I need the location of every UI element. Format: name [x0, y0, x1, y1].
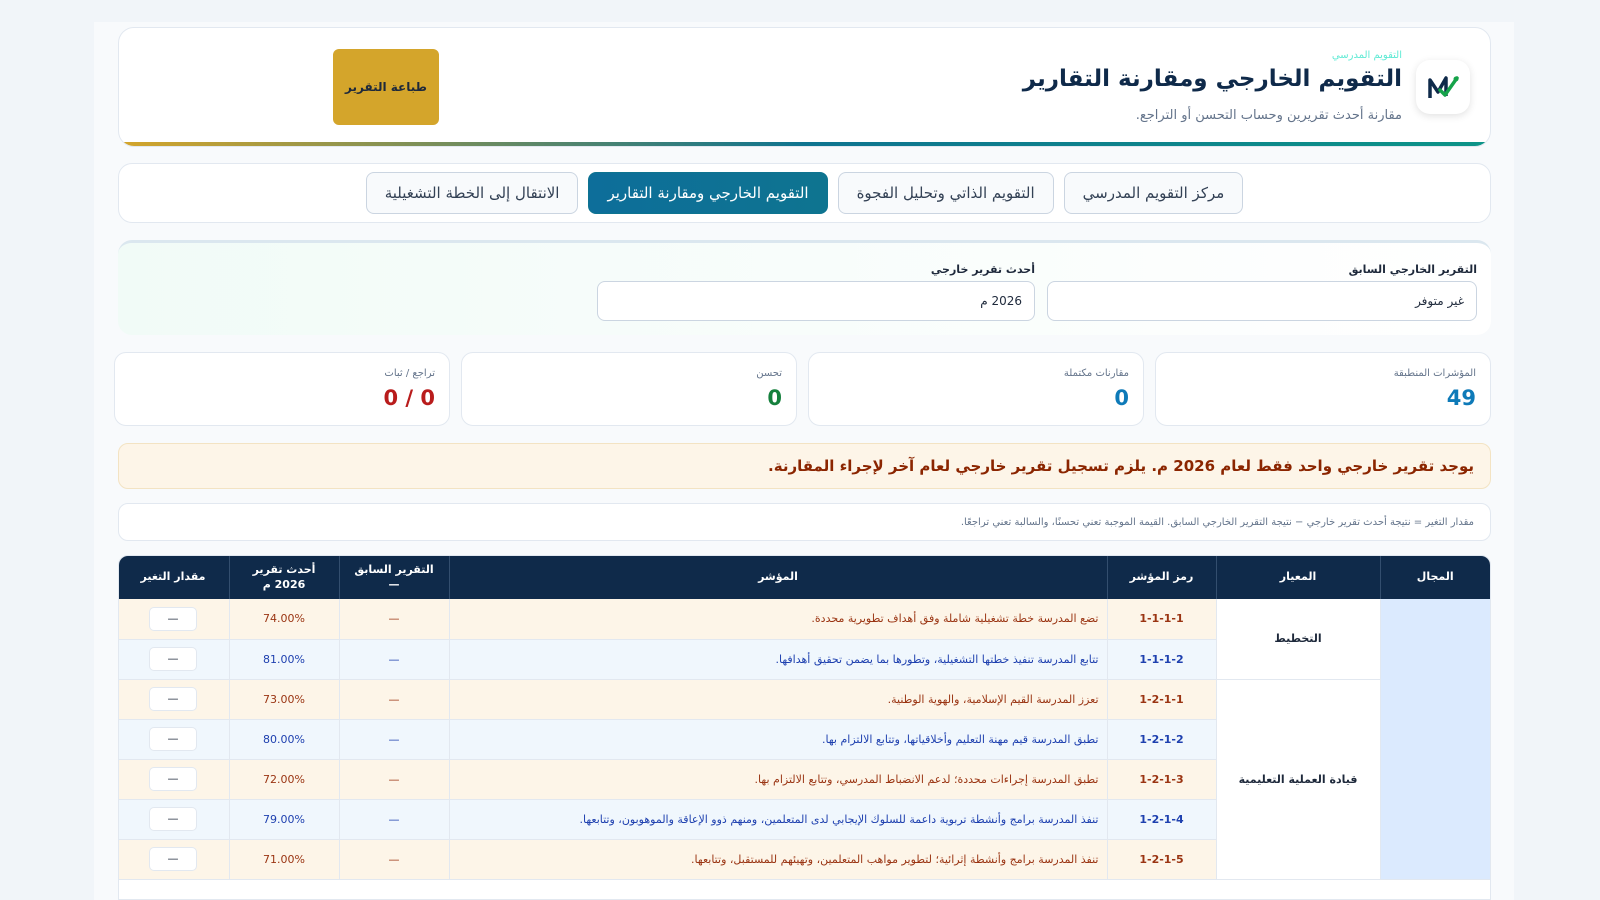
- tab-self-evaluation[interactable]: التقويم الذاتي وتحليل الفجوة: [837, 172, 1054, 214]
- table-row: التخطيط 1-1-1-1 تضع المدرسة خطة تشغيلية …: [119, 599, 1490, 880]
- stat-decline-stable: تراجع / ثبات 0 / 0: [114, 352, 450, 426]
- col-header-latest-title: أحدث تقرير: [252, 562, 316, 576]
- stat-value: 49: [1446, 386, 1476, 410]
- change-cell: —: [119, 799, 229, 840]
- domain-cell: [1379, 599, 1490, 880]
- tab-school-evaluation-center[interactable]: مركز التقويم المدرسي: [1063, 172, 1244, 214]
- page-title: التقويم الخارجي ومقارنة التقارير: [1022, 66, 1402, 92]
- col-header-code: رمز المؤشر: [1106, 556, 1216, 599]
- indicator-code: 1-2-1-2: [1106, 719, 1216, 760]
- indicator-code: 1-2-1-5: [1106, 839, 1216, 880]
- stat-completed-comparisons: مقارنات مكتملة 0: [808, 352, 1144, 426]
- standard-cell: التخطيط: [1215, 599, 1380, 680]
- tab-bar: مركز التقويم المدرسي التقويم الذاتي وتحل…: [118, 163, 1491, 223]
- indicator-code: 1-1-1-1: [1106, 599, 1216, 640]
- col-header-indicator: المؤشر: [448, 556, 1107, 599]
- change-value: —: [149, 807, 197, 831]
- header-accent-bar: [119, 142, 1490, 146]
- previous-report-label: التقرير الخارجي السابق: [1348, 263, 1477, 276]
- stat-value: 0 / 0: [383, 386, 435, 410]
- indicator-code: 1-2-1-1: [1106, 679, 1216, 720]
- latest-score: 74.00%: [228, 599, 339, 640]
- col-header-standard: المعيار: [1215, 556, 1380, 599]
- previous-score: —: [338, 719, 449, 760]
- previous-score: —: [338, 599, 449, 640]
- print-report-button[interactable]: طباعة التقرير: [333, 49, 439, 125]
- stat-label: المؤشرات المنطبقة: [1393, 368, 1476, 379]
- change-cell: —: [119, 639, 229, 680]
- indicator-text: تطبق المدرسة إجراءات محددة؛ لدعم الانضبا…: [448, 759, 1107, 800]
- col-header-latest: أحدث تقرير 2026 م: [228, 556, 339, 599]
- tab-external-evaluation[interactable]: التقويم الخارجي ومقارنة التقارير: [588, 172, 828, 214]
- stat-applicable-indicators: المؤشرات المنطبقة 49: [1155, 352, 1491, 426]
- indicator-text: تتابع المدرسة تنفيذ خطتها التشغيلية، وتط…: [448, 639, 1107, 680]
- change-cell: —: [119, 679, 229, 720]
- indicator-text: تضع المدرسة خطة تشغيلية شاملة وفق أهداف …: [448, 599, 1107, 640]
- previous-score: —: [338, 679, 449, 720]
- page-header: التقويم المدرسي التقويم الخارجي ومقارنة …: [118, 27, 1491, 147]
- comparison-table: المجال المعيار رمز المؤشر المؤشر التقرير…: [118, 555, 1491, 900]
- change-cell: —: [119, 719, 229, 760]
- standard-cell: قيادة العملية التعليمية: [1215, 679, 1380, 880]
- change-value: —: [149, 647, 197, 671]
- report-selectors: التقرير الخارجي السابق غير متوفر أحدث تق…: [118, 240, 1491, 335]
- latest-score: 71.00%: [228, 839, 339, 880]
- single-report-alert: يوجد تقرير خارجي واحد فقط لعام 2026 م. ي…: [118, 443, 1491, 489]
- change-cell: —: [119, 759, 229, 800]
- latest-score: 72.00%: [228, 759, 339, 800]
- previous-score: —: [338, 839, 449, 880]
- col-header-previous: التقرير السابق —: [338, 556, 449, 599]
- section-label: التقويم المدرسي: [1331, 50, 1402, 61]
- indicator-code: 1-2-1-3: [1106, 759, 1216, 800]
- previous-report-select[interactable]: غير متوفر: [1047, 281, 1477, 321]
- col-header-previous-title: التقرير السابق: [354, 562, 434, 576]
- previous-score: —: [338, 639, 449, 680]
- stat-improvement: تحسن 0: [461, 352, 797, 426]
- change-value: —: [149, 767, 197, 791]
- col-header-domain: المجال: [1379, 556, 1490, 599]
- stat-value: 0: [767, 386, 782, 410]
- change-formula-note: مقدار التغير = نتيجة أحدث تقرير خارجي − …: [118, 503, 1491, 541]
- change-value: —: [149, 847, 197, 871]
- indicator-code: 1-2-1-4: [1106, 799, 1216, 840]
- change-cell: —: [119, 839, 229, 880]
- col-header-previous-year: —: [388, 577, 400, 591]
- indicator-text: تنفذ المدرسة برامج وأنشطة إثرائية؛ لتطوي…: [448, 839, 1107, 880]
- col-header-latest-year: 2026 م: [262, 577, 306, 591]
- col-header-change: مقدار التغير: [119, 556, 229, 599]
- tab-operational-plan[interactable]: الانتقال إلى الخطة التشغيلية: [365, 172, 579, 214]
- previous-score: —: [338, 759, 449, 800]
- change-value: —: [149, 687, 197, 711]
- latest-score: 79.00%: [228, 799, 339, 840]
- stat-label: تحسن: [756, 368, 782, 379]
- indicator-text: تطبق المدرسة قيم مهنة التعليم وأخلاقياته…: [448, 719, 1107, 760]
- table-row: قيادة العملية التعليمية 1-2-1-1 تعزز الم…: [119, 679, 1490, 880]
- previous-score: —: [338, 799, 449, 840]
- latest-score: 81.00%: [228, 639, 339, 680]
- stat-label: مقارنات مكتملة: [1063, 368, 1129, 379]
- indicator-code: 1-1-1-2: [1106, 639, 1216, 680]
- latest-score: 73.00%: [228, 679, 339, 720]
- indicator-text: تنفذ المدرسة برامج وأنشطة تربوية داعمة ل…: [448, 799, 1107, 840]
- page-subtitle: مقارنة أحدث تقريرين وحساب التحسن أو التر…: [1135, 108, 1402, 123]
- stat-value: 0: [1114, 386, 1129, 410]
- chart-check-logo-icon: [1416, 60, 1470, 114]
- latest-report-select[interactable]: 2026 م: [597, 281, 1035, 321]
- stat-label: تراجع / ثبات: [384, 368, 435, 379]
- latest-score: 80.00%: [228, 719, 339, 760]
- latest-report-label: أحدث تقرير خارجي: [930, 263, 1035, 276]
- change-cell: —: [119, 599, 229, 640]
- indicator-text: تعزز المدرسة القيم الإسلامية، والهوية ال…: [448, 679, 1107, 720]
- page-container: التقويم المدرسي التقويم الخارجي ومقارنة …: [94, 22, 1514, 900]
- change-value: —: [149, 606, 197, 631]
- change-value: —: [149, 727, 197, 751]
